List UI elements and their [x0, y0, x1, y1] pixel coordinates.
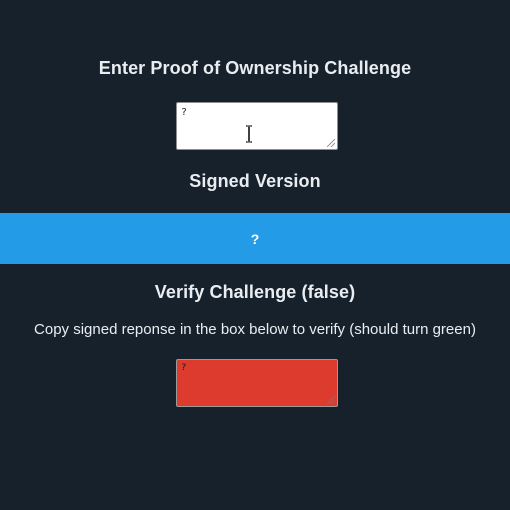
verify-heading: Verify Challenge (false): [154, 282, 356, 302]
challenge-input-value: ?: [181, 107, 188, 118]
challenge-heading: Enter Proof of Ownership Challenge: [98, 58, 412, 78]
resize-grip-icon[interactable]: [327, 396, 335, 404]
signed-version-heading: Signed Version: [189, 171, 321, 191]
resize-grip-icon[interactable]: [327, 139, 335, 147]
verify-input-value: ?: [181, 363, 187, 373]
challenge-input[interactable]: ?: [176, 102, 338, 150]
verify-instruction: Copy signed reponse in the box below to …: [34, 321, 476, 338]
verify-input[interactable]: ?: [176, 359, 338, 407]
text-cursor-icon: [246, 125, 252, 143]
signed-version-value: ?: [250, 230, 260, 247]
signed-version-output: ?: [0, 213, 510, 264]
